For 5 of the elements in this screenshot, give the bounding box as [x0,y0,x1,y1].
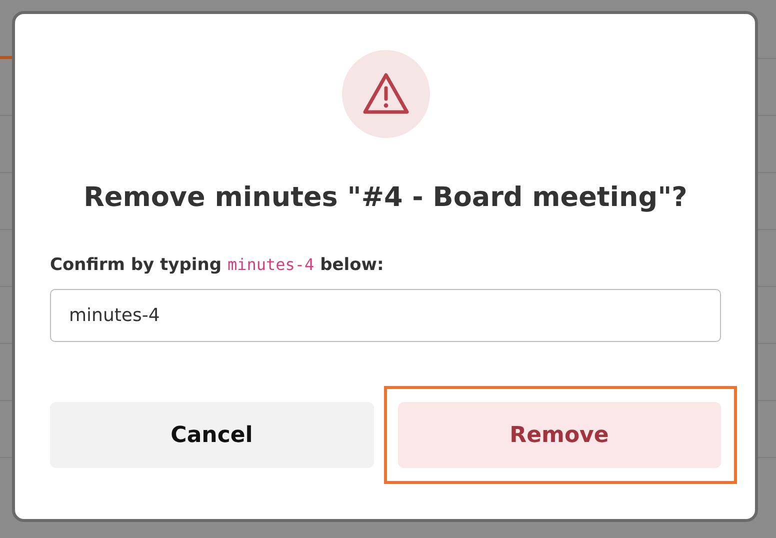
dialog-title: Remove minutes "#4 - Board meeting"? [84,182,688,213]
cancel-button[interactable]: Cancel [50,402,374,468]
confirm-input[interactable]: minutes-4 [50,289,721,342]
remove-button[interactable]: Remove [398,402,721,468]
confirm-prompt: Confirm by typing minutes-4 below: [50,255,385,275]
